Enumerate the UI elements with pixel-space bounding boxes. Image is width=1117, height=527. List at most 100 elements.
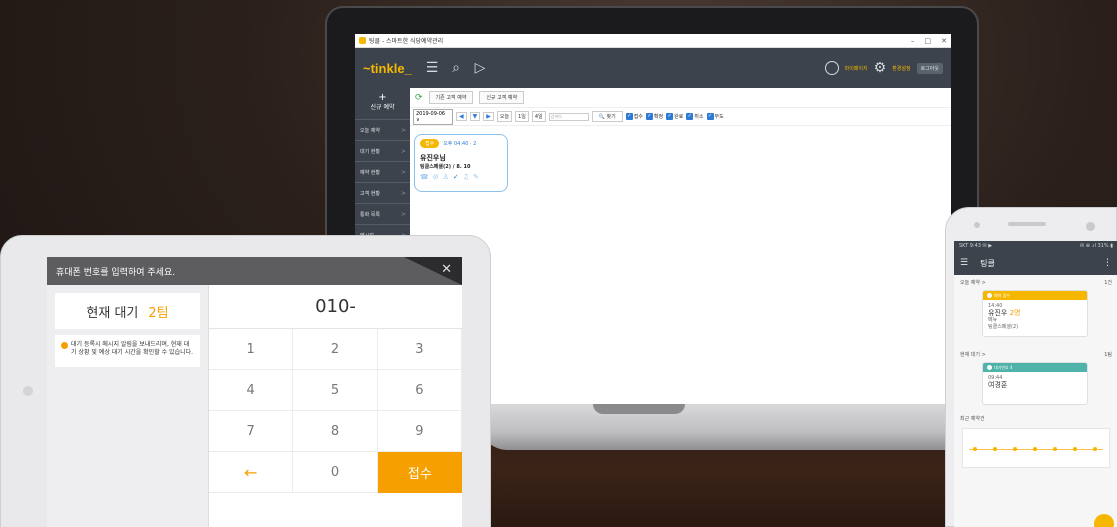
key-6[interactable]: 6 [377, 370, 462, 411]
sidebar-item-reservations[interactable]: 예약 현황 > [355, 162, 410, 183]
sidebar-item-today[interactable]: 오늘 예약 > [355, 120, 410, 141]
key-1[interactable]: 1 [209, 329, 294, 370]
gear-icon[interactable]: ⚙ [874, 60, 887, 76]
phone-screen: SKT 9:43 ✉ ▶ ✉ ⊕ .ıl 31% ▮ ☰ 팅클 ⋮ 오늘 예약 … [954, 241, 1117, 527]
phone-icon[interactable]: ☎ [420, 173, 429, 181]
section-label: 현재 대기 > [960, 352, 986, 358]
filter-noshow-checkbox[interactable]: ✓ 부도 [706, 113, 724, 120]
reservation-time: 오후 04:40 · 2 [443, 141, 477, 147]
key-5[interactable]: 5 [293, 370, 378, 411]
key-4[interactable]: 4 [209, 370, 294, 411]
recent-chart [962, 428, 1110, 468]
person-icon[interactable]: ♙ [443, 173, 449, 181]
status-right: ✉ ⊕ .ıl 31% ▮ [1080, 243, 1113, 249]
card-party: 2명 [1009, 309, 1021, 317]
submit-button[interactable]: 접수 [377, 452, 462, 493]
smartphone: SKT 9:43 ✉ ▶ ✉ ⊕ .ıl 31% ▮ ☰ 팅클 ⋮ 오늘 예약 … [945, 207, 1117, 527]
logout-button[interactable]: 로그아웃 [916, 62, 943, 74]
info-text: 대기 등록시 메시지 알림을 보내드리며, 현재 대기 상황 및 예상 대기 시… [71, 341, 194, 356]
edit-icon[interactable]: ✎ [473, 173, 479, 181]
key-9[interactable]: 9 [377, 411, 462, 452]
date-select[interactable]: 2019-09-06 ∨ [413, 108, 453, 125]
maximize-button[interactable]: □ [925, 37, 932, 45]
check-icon: ✓ [686, 113, 694, 120]
minimize-button[interactable]: – [911, 37, 915, 45]
sidebar-item-waiting[interactable]: 대기 현황 > [355, 141, 410, 162]
close-icon[interactable]: ✕ [441, 262, 452, 277]
phone-reservation-card[interactable]: 예약 접수 14:40 유진우 2명 메뉴 팅클스페셜(2) [982, 290, 1088, 337]
reservation-detail: 팅클스페셜(2) / 8. 10 [420, 164, 471, 170]
window-titlebar: 팅클 - 스마트한 식당예약관리 – □ ✕ [355, 34, 951, 48]
reservation-card[interactable]: 접수 오후 04:40 · 2 유진우님 팅클스페셜(2) / 8. 10 ☎ … [414, 134, 508, 192]
filter-cancelled-checkbox[interactable]: ✓ 취소 [686, 113, 704, 120]
chevron-right-icon: > [400, 147, 406, 155]
more-icon[interactable]: ⋮ [1103, 258, 1112, 268]
filter-completed-checkbox[interactable]: ✓ 완료 [666, 113, 683, 120]
key-8[interactable]: 8 [293, 411, 378, 452]
checkbox-label: 완료 [674, 114, 684, 120]
range-today-button[interactable]: 오늘 [496, 111, 513, 122]
chart-point [1093, 447, 1097, 451]
prev-arrow-icon[interactable]: ◀ [456, 112, 467, 121]
tinkle-logo[interactable]: ~tinkle_ [363, 61, 415, 76]
search-input[interactable]: 검색어 [548, 112, 589, 121]
section-count: 1팀 [1104, 352, 1112, 358]
card-body: 09:44 여경훈 [983, 372, 1087, 404]
backspace-key[interactable]: ← [209, 452, 294, 493]
phone-wait-card[interactable]: 대기번호 4 09:44 여경훈 [982, 362, 1088, 405]
key-2[interactable]: 2 [293, 329, 378, 370]
key-3[interactable]: 3 [377, 329, 462, 370]
tablet: 휴대폰 번호를 입력하여 주세요. ✕ 현재 대기 2팀 대기 등록시 메시지 … [0, 235, 491, 527]
range-4day-button[interactable]: 4일 [531, 111, 546, 122]
settings-link[interactable]: 환경설정 [892, 65, 910, 72]
filter-received-checkbox[interactable]: ✓ 접수 [625, 113, 643, 120]
phone-status-bar: SKT 9:43 ✉ ▶ ✉ ⊕ .ıl 31% ▮ [954, 241, 1117, 251]
check-icon: ✓ [625, 113, 633, 120]
add-fab-button[interactable] [1094, 514, 1114, 527]
menu-icon[interactable]: ☰ [425, 60, 439, 76]
sidebar-item-label: 대기 현황 [360, 148, 380, 155]
main-content: ⟳ 기존 고객 예약 신규 고객 예약 2019-09-06 ∨ ◀ ▼ ▶ 오… [410, 88, 951, 414]
filter-confirmed-checkbox[interactable]: ✓ 확정 [645, 113, 663, 120]
chart-point [993, 447, 997, 451]
phone-app-bar: ☰ 팅클 ⋮ [954, 251, 1117, 275]
phone-number-display[interactable]: 010- [209, 285, 462, 329]
play-icon[interactable]: ▷ [473, 60, 487, 76]
card-name-row: 유진우 2명 [988, 310, 1082, 317]
user-icon[interactable] [824, 61, 839, 75]
laptop-notch [593, 404, 685, 414]
new-customer-button[interactable]: 신규 고객 예약 [479, 91, 525, 104]
sidebar-item-calls[interactable]: 통화 목록 > [355, 204, 410, 225]
chevron-right-icon: > [400, 168, 406, 176]
check-circle-icon[interactable]: ✓ [453, 173, 459, 181]
cancel-icon[interactable]: ⊘ [433, 173, 439, 181]
new-reservation-button[interactable]: + 신규 예약 [355, 88, 410, 120]
current-wait-box: 현재 대기 2팀 [55, 293, 200, 329]
sidebar-item-label: 통화 목록 [360, 211, 380, 218]
menu-icon[interactable]: ☰ [960, 258, 968, 268]
phone-camera [1086, 222, 1095, 231]
mypage-link[interactable]: 마이페이지 [845, 65, 868, 72]
status-badge: 접수 [420, 139, 440, 148]
close-button[interactable]: ✕ [941, 37, 947, 45]
range-1day-button[interactable]: 1일 [515, 111, 529, 122]
phone-app-title: 팅클 [980, 258, 995, 268]
down-arrow-icon[interactable]: ▼ [469, 112, 481, 121]
key-7[interactable]: 7 [209, 411, 294, 452]
refresh-icon[interactable]: ⟳ [415, 93, 423, 103]
info-icon [61, 342, 68, 349]
checkbox-label: 접수 [633, 114, 643, 120]
sidebar-item-customers[interactable]: 고객 현황 > [355, 183, 410, 204]
find-button[interactable]: 🔍 찾기 [591, 111, 623, 122]
next-arrow-icon[interactable]: ▶ [483, 112, 494, 121]
status-dot-icon [987, 365, 992, 370]
current-wait-section[interactable]: 현재 대기 > 1팀 [954, 347, 1117, 362]
existing-customer-button[interactable]: 기존 고객 예약 [428, 91, 474, 104]
today-reservation-section[interactable]: 오늘 예약 > 1건 [954, 275, 1117, 290]
search-icon[interactable]: ⌕ [449, 60, 463, 76]
header-decoration [404, 257, 462, 285]
music-icon[interactable]: ♫ [463, 173, 469, 181]
key-0[interactable]: 0 [293, 452, 378, 493]
tablet-header: 휴대폰 번호를 입력하여 주세요. ✕ [47, 257, 462, 285]
chart-point [973, 447, 977, 451]
